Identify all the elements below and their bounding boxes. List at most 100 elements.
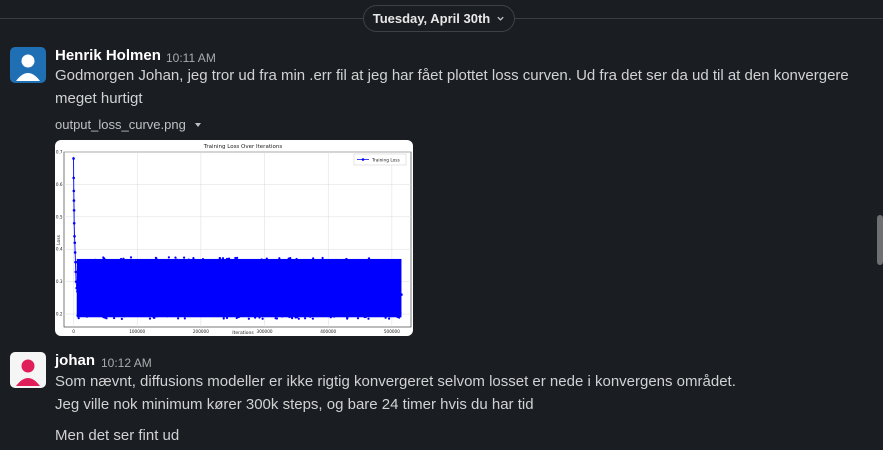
data-point	[105, 314, 108, 317]
message-line: Jeg ville nok minimum kører 300k steps, …	[55, 396, 534, 413]
data-point	[255, 262, 259, 265]
data-point	[257, 260, 260, 264]
data-point	[72, 209, 76, 212]
data-point	[116, 311, 119, 314]
data-point	[148, 260, 151, 263]
data-point	[192, 256, 195, 260]
data-point	[115, 260, 119, 263]
chevron-down-icon	[497, 16, 504, 21]
data-point	[85, 261, 88, 264]
data-point	[311, 317, 314, 320]
data-point	[261, 313, 264, 316]
data-point	[218, 256, 221, 260]
data-point	[76, 314, 79, 317]
data-point	[152, 315, 155, 318]
data-point	[384, 316, 387, 319]
data-point	[209, 259, 212, 262]
x-tick-label: 0	[72, 329, 75, 334]
data-point	[322, 314, 325, 317]
x-tick-label: 400000	[320, 329, 336, 334]
data-point	[135, 293, 139, 296]
data-point	[266, 312, 269, 315]
data-point	[74, 260, 77, 264]
data-point	[158, 262, 161, 265]
data-point	[253, 259, 256, 262]
data-point	[310, 261, 313, 265]
data-point	[345, 264, 348, 267]
data-point	[120, 317, 123, 320]
data-point	[271, 260, 274, 263]
data-point	[371, 314, 374, 317]
data-point	[398, 316, 401, 319]
data-point	[291, 317, 294, 320]
data-point	[130, 310, 133, 314]
data-point	[202, 312, 205, 315]
attachment-image[interactable]: Training Loss Over Iterations 0 100000 200…	[55, 140, 413, 336]
data-point	[122, 310, 125, 313]
data-point	[311, 259, 314, 262]
data-point	[260, 265, 263, 268]
data-point	[321, 256, 324, 260]
avatar-henrik[interactable]	[10, 47, 46, 83]
data-point	[398, 264, 401, 267]
scrollbar-thumb[interactable]	[877, 215, 883, 265]
data-point	[397, 262, 400, 265]
data-point	[218, 259, 221, 263]
data-point	[184, 261, 187, 264]
data-point	[387, 317, 391, 320]
data-point	[367, 317, 370, 320]
data-point	[278, 257, 281, 260]
data-point	[122, 257, 125, 260]
data-point	[290, 261, 293, 264]
data-point	[221, 257, 225, 260]
data-point	[316, 261, 320, 264]
data-point	[74, 270, 78, 274]
author-name[interactable]: johan	[55, 352, 95, 369]
data-point	[272, 311, 275, 314]
user-icon	[10, 352, 46, 388]
data-point	[187, 258, 190, 261]
data-point	[114, 264, 117, 268]
date-label: Tuesday, April 30th	[372, 11, 491, 26]
data-point	[128, 312, 131, 315]
data-point	[193, 310, 196, 313]
data-point	[225, 261, 228, 264]
data-point	[91, 265, 95, 268]
x-axis-label: Iterations	[232, 330, 254, 336]
data-point	[174, 256, 177, 259]
data-point	[237, 315, 240, 319]
data-point	[386, 314, 389, 317]
data-point	[247, 317, 250, 320]
attachment-filename[interactable]: output_loss_curve.png	[55, 117, 186, 132]
data-point	[329, 316, 332, 319]
data-point	[210, 311, 213, 314]
data-point	[289, 313, 293, 316]
data-point	[183, 317, 186, 320]
data-point	[225, 316, 229, 320]
attachment-header[interactable]: output_loss_curve.png	[55, 117, 202, 132]
data-point	[388, 315, 391, 318]
data-point	[168, 314, 171, 317]
data-point	[290, 264, 293, 267]
data-point	[256, 314, 259, 317]
data-point	[112, 259, 115, 262]
data-point	[137, 313, 141, 316]
data-point	[73, 234, 76, 238]
data-point	[293, 265, 296, 268]
data-point	[370, 262, 373, 265]
message-timestamp[interactable]: 10:11 AM	[166, 51, 216, 65]
caret-down-icon[interactable]	[194, 121, 202, 129]
data-point	[385, 259, 388, 262]
data-point	[125, 263, 128, 266]
data-point	[288, 315, 291, 319]
data-point	[146, 312, 149, 315]
data-point	[182, 256, 186, 259]
author-name[interactable]: Henrik Holmen	[55, 47, 161, 64]
date-divider-button[interactable]: Tuesday, April 30th	[363, 5, 515, 32]
data-point	[326, 259, 329, 262]
data-point	[332, 315, 336, 318]
data-point	[156, 315, 159, 318]
data-point	[226, 258, 229, 261]
avatar-johan[interactable]	[10, 352, 46, 388]
message-timestamp[interactable]: 10:12 AM	[101, 356, 152, 370]
